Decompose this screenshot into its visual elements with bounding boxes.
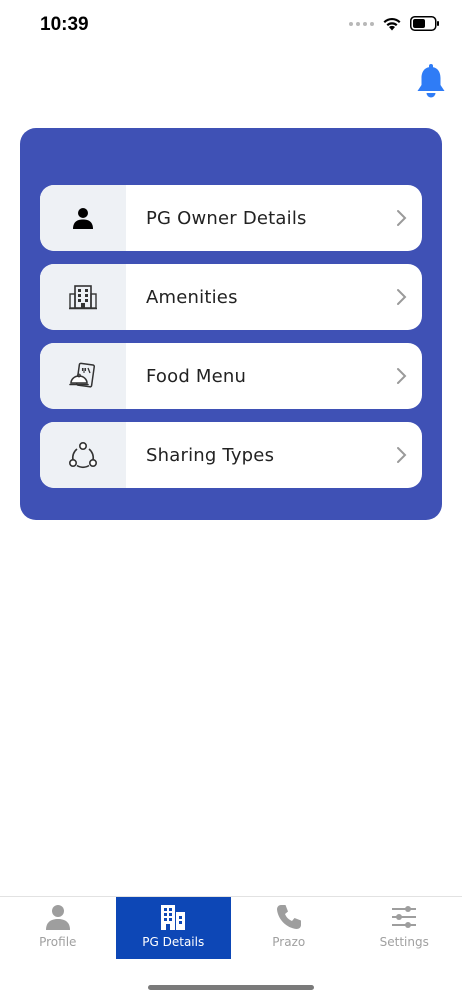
person-icon bbox=[45, 905, 70, 930]
food-menu-icon bbox=[69, 362, 96, 388]
tab-label: Settings bbox=[379, 935, 429, 949]
home-indicator bbox=[148, 985, 314, 990]
menu-icon-box bbox=[40, 343, 126, 409]
status-bar: 10:39 bbox=[0, 0, 462, 50]
tab-label: Prazo bbox=[272, 935, 306, 949]
tab-label: Profile bbox=[39, 935, 77, 949]
tab-prazo[interactable]: Prazo bbox=[231, 897, 347, 959]
menu-icon-box bbox=[40, 264, 126, 330]
menu-item-label: Food Menu bbox=[146, 365, 247, 387]
status-time: 10:39 bbox=[40, 14, 89, 35]
bottom-tab-bar: Profile PG Details Prazo Settings bbox=[0, 896, 462, 959]
menu-item-food-menu[interactable]: Food Menu bbox=[40, 343, 422, 409]
sharing-icon bbox=[68, 441, 97, 469]
menu-item-label: PG Owner Details bbox=[146, 207, 307, 229]
notification-bell-icon[interactable] bbox=[414, 64, 448, 100]
phone-icon bbox=[276, 905, 301, 929]
tab-profile[interactable]: Profile bbox=[0, 897, 116, 959]
building-icon bbox=[161, 905, 186, 930]
status-icons bbox=[349, 16, 440, 31]
chevron-right-icon bbox=[382, 343, 422, 409]
menu-item-label: Amenities bbox=[146, 286, 238, 308]
chevron-right-icon bbox=[382, 264, 422, 330]
menu-icon-box bbox=[40, 185, 126, 251]
menu-item-label: Sharing Types bbox=[146, 444, 275, 466]
person-icon bbox=[73, 208, 93, 229]
menu-item-pg-owner-details[interactable]: PG Owner Details bbox=[40, 185, 422, 251]
chevron-right-icon bbox=[382, 422, 422, 488]
wifi-icon bbox=[383, 17, 401, 31]
battery-icon bbox=[410, 16, 439, 31]
menu-item-sharing-types[interactable]: Sharing Types bbox=[40, 422, 422, 488]
menu-item-amenities[interactable]: Amenities bbox=[40, 264, 422, 330]
sliders-icon bbox=[392, 906, 417, 928]
menu-icon-box bbox=[40, 422, 126, 488]
building-icon bbox=[69, 285, 97, 310]
tab-label: PG Details bbox=[142, 935, 205, 949]
pg-details-card: PG Owner Details Amenities Food Menu Sha… bbox=[20, 128, 442, 520]
tab-pg-details[interactable]: PG Details bbox=[115, 897, 231, 959]
tab-settings[interactable]: Settings bbox=[347, 897, 462, 959]
signal-dots-icon bbox=[349, 21, 374, 26]
chevron-right-icon bbox=[382, 185, 422, 251]
